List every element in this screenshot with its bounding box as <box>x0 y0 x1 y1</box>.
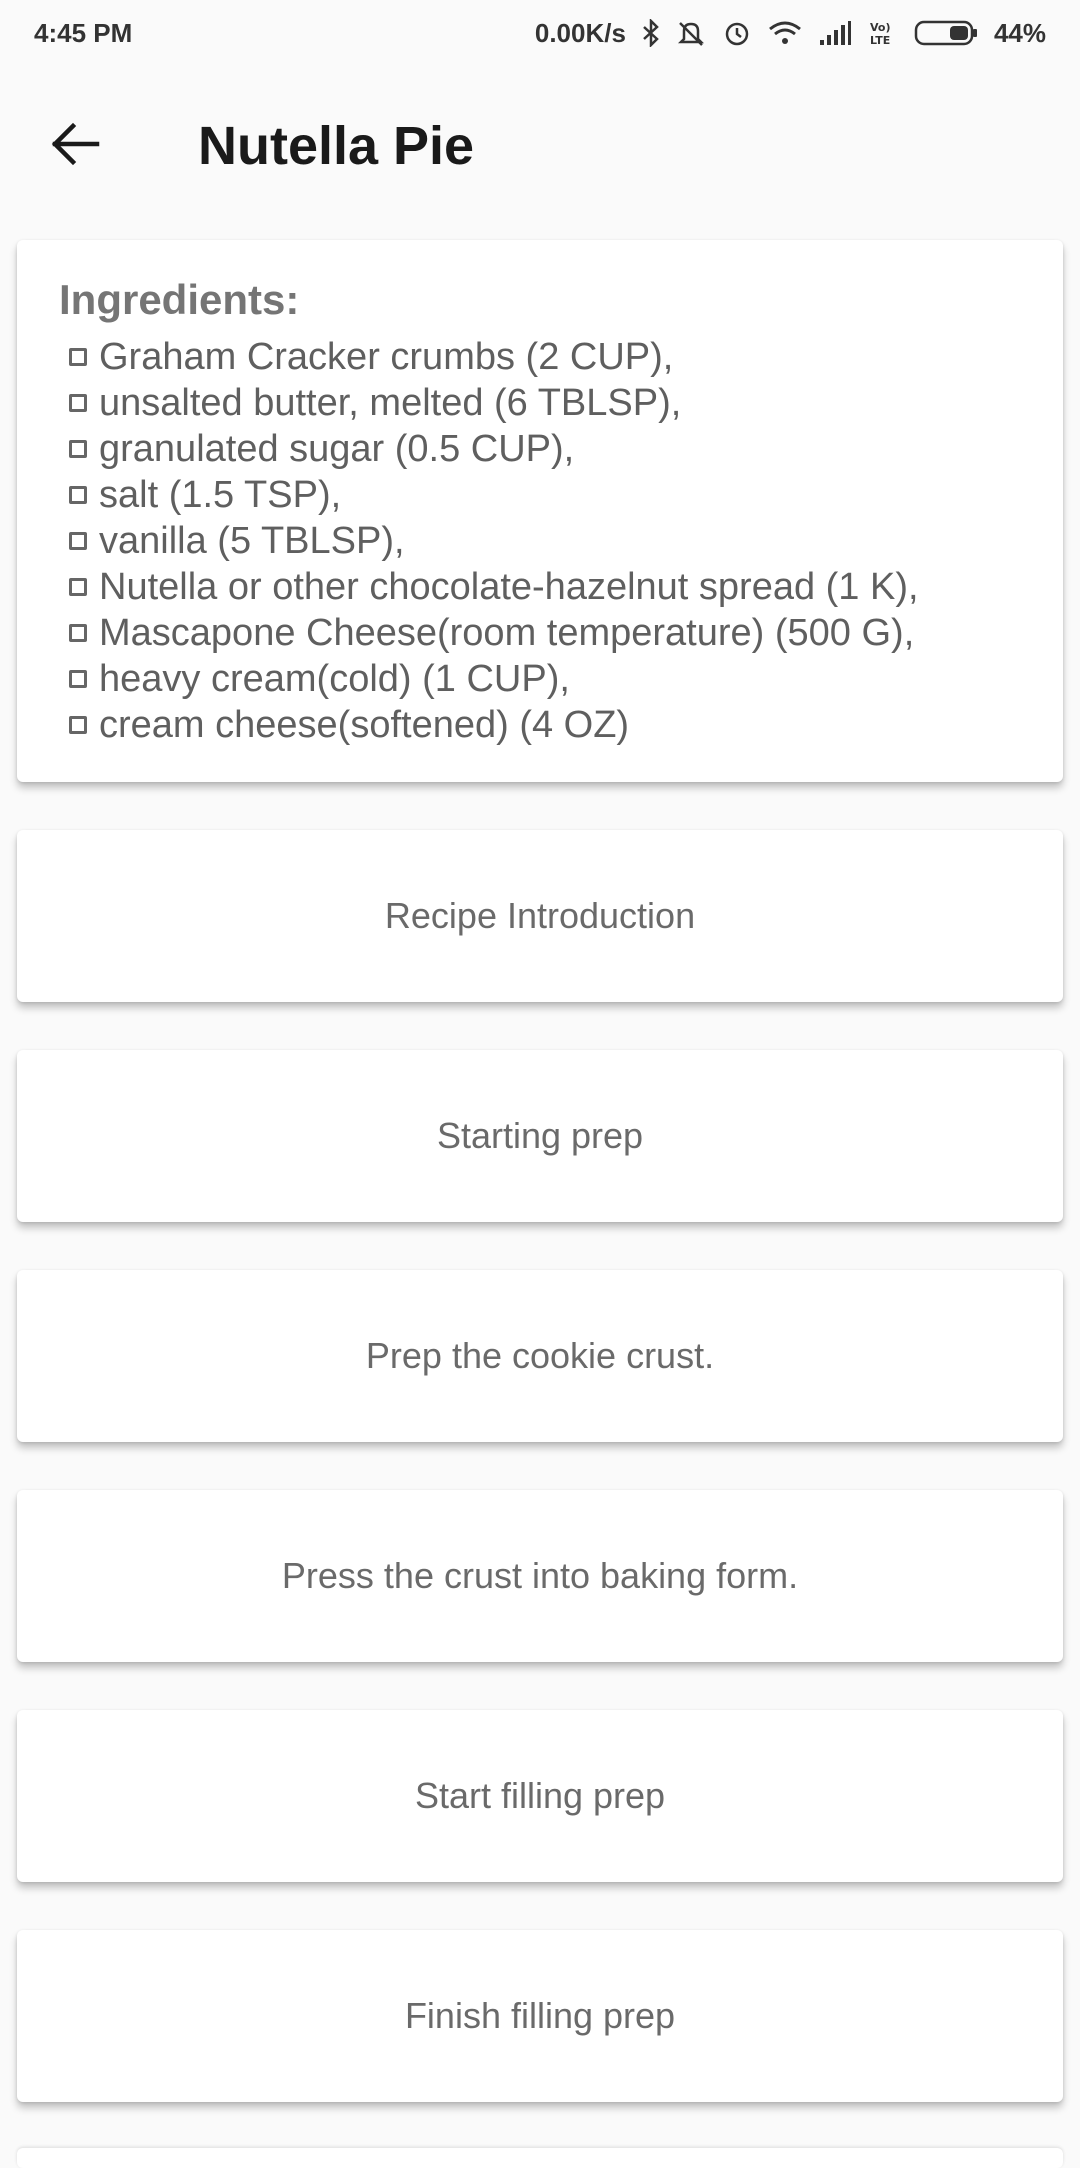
status-time: 4:45 PM <box>34 17 133 48</box>
signal-icon <box>818 20 852 46</box>
checkbox-icon <box>69 486 87 504</box>
ingredient-text: heavy cream(cold) (1 CUP), <box>99 657 570 700</box>
ingredient-item: Mascapone Cheese(room temperature) (500 … <box>59 610 1063 656</box>
status-icons: 0.00K/s Vo) LTE 44% <box>535 18 1046 49</box>
svg-text:Vo): Vo) <box>870 21 891 34</box>
ingredient-item: Nutella or other chocolate-hazelnut spre… <box>59 564 1063 610</box>
ingredient-item: Graham Cracker crumbs (2 CUP), <box>59 334 1063 380</box>
checkbox-icon <box>69 716 87 734</box>
alarm-icon <box>722 18 752 48</box>
step-card-press-crust[interactable]: Press the crust into baking form. <box>17 1490 1063 1662</box>
ingredient-list: Graham Cracker crumbs (2 CUP), unsalted … <box>59 334 1063 748</box>
network-speed: 0.00K/s <box>534 17 626 48</box>
ingredient-text: Nutella or other chocolate-hazelnut spre… <box>99 565 919 608</box>
checkbox-icon <box>69 394 87 412</box>
step-card-start-filling-prep[interactable]: Start filling prep <box>17 1710 1063 1882</box>
step-card-recipe-introduction[interactable]: Recipe Introduction <box>17 830 1063 1002</box>
checkbox-icon <box>69 532 87 550</box>
step-card-partial[interactable] <box>17 2148 1063 2168</box>
ingredients-card: Ingredients: Graham Cracker crumbs (2 CU… <box>17 240 1063 782</box>
ingredient-text: cream cheese(softened) (4 OZ) <box>99 703 630 746</box>
ingredient-item: heavy cream(cold) (1 CUP), <box>59 656 1063 702</box>
step-card-prep-cookie-crust[interactable]: Prep the cookie crust. <box>17 1270 1063 1442</box>
step-label: Prep the cookie crust. <box>365 1335 715 1376</box>
svg-text:LTE: LTE <box>870 34 890 47</box>
ingredient-item: granulated sugar (0.5 CUP), <box>59 426 1063 472</box>
wifi-icon <box>768 20 802 46</box>
ingredient-item: vanilla (5 TBLSP), <box>59 518 1063 564</box>
arrow-back-icon <box>51 122 101 171</box>
step-label: Press the crust into baking form. <box>281 1555 799 1596</box>
step-card-finish-filling-prep[interactable]: Finish filling prep <box>17 1930 1063 2102</box>
step-label: Recipe Introduction <box>384 895 696 936</box>
ingredient-text: vanilla (5 TBLSP), <box>99 519 405 562</box>
step-label: Finish filling prep <box>404 1995 676 2036</box>
step-label: Start filling prep <box>414 1775 666 1816</box>
battery-icon <box>914 19 978 47</box>
checkbox-icon <box>69 670 87 688</box>
back-button[interactable] <box>36 106 116 186</box>
step-label: Starting prep <box>436 1115 644 1156</box>
battery-percent: 44% <box>993 17 1046 48</box>
ingredient-text: granulated sugar (0.5 CUP), <box>99 427 575 470</box>
toolbar: Nutella Pie <box>0 66 1080 226</box>
step-card-starting-prep[interactable]: Starting prep <box>17 1050 1063 1222</box>
ingredient-item: unsalted butter, melted (6 TBLSP), <box>59 380 1063 426</box>
ingredient-item: cream cheese(softened) (4 OZ) <box>59 702 1063 748</box>
mute-icon <box>676 19 706 47</box>
checkbox-icon <box>69 348 87 366</box>
page-title: Nutella Pie <box>198 116 475 176</box>
bluetooth-icon <box>642 19 660 47</box>
ingredients-title: Ingredients: <box>59 276 300 323</box>
checkbox-icon <box>69 624 87 642</box>
ingredient-text: Mascapone Cheese(room temperature) (500 … <box>99 611 915 654</box>
ingredient-text: salt (1.5 TSP), <box>99 473 342 516</box>
volte-icon: Vo) LTE <box>868 19 898 47</box>
ingredient-text: unsalted butter, melted (6 TBLSP), <box>99 381 682 424</box>
checkbox-icon <box>69 578 87 596</box>
ingredient-item: salt (1.5 TSP), <box>59 472 1063 518</box>
ingredient-text: Graham Cracker crumbs (2 CUP), <box>99 335 674 378</box>
status-bar: 4:45 PM 0.00K/s Vo) LTE 44% <box>0 0 1080 66</box>
checkbox-icon <box>69 440 87 458</box>
